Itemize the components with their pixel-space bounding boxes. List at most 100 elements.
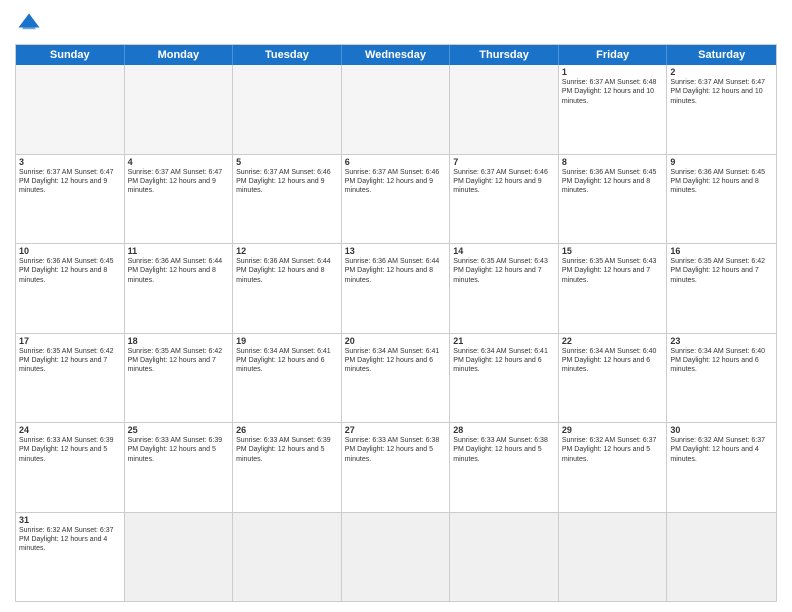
calendar-week-row: 10Sunrise: 6:36 AM Sunset: 6:45 PM Dayli… xyxy=(16,244,776,334)
day-number: 16 xyxy=(670,246,773,256)
day-info: Sunrise: 6:36 AM Sunset: 6:44 PM Dayligh… xyxy=(236,257,338,285)
calendar-header: SundayMondayTuesdayWednesdayThursdayFrid… xyxy=(16,45,776,65)
calendar-week-row: 31Sunrise: 6:32 AM Sunset: 6:37 PM Dayli… xyxy=(16,513,776,602)
day-info: Sunrise: 6:36 AM Sunset: 6:45 PM Dayligh… xyxy=(19,257,121,285)
calendar-cell xyxy=(667,513,776,602)
calendar-cell: 11Sunrise: 6:36 AM Sunset: 6:44 PM Dayli… xyxy=(125,244,234,333)
calendar-cell xyxy=(16,65,125,154)
day-info: Sunrise: 6:34 AM Sunset: 6:40 PM Dayligh… xyxy=(562,347,664,375)
day-number: 9 xyxy=(670,157,773,167)
calendar-cell: 1Sunrise: 6:37 AM Sunset: 6:48 PM Daylig… xyxy=(559,65,668,154)
calendar-cell xyxy=(233,65,342,154)
day-info: Sunrise: 6:34 AM Sunset: 6:41 PM Dayligh… xyxy=(453,347,555,375)
calendar-cell: 24Sunrise: 6:33 AM Sunset: 6:39 PM Dayli… xyxy=(16,423,125,512)
day-info: Sunrise: 6:37 AM Sunset: 6:46 PM Dayligh… xyxy=(236,168,338,196)
day-info: Sunrise: 6:37 AM Sunset: 6:47 PM Dayligh… xyxy=(128,168,230,196)
day-number: 20 xyxy=(345,336,447,346)
day-info: Sunrise: 6:34 AM Sunset: 6:41 PM Dayligh… xyxy=(345,347,447,375)
day-info: Sunrise: 6:33 AM Sunset: 6:38 PM Dayligh… xyxy=(345,436,447,464)
calendar-cell: 5Sunrise: 6:37 AM Sunset: 6:46 PM Daylig… xyxy=(233,155,342,244)
day-of-week-header: Wednesday xyxy=(342,45,451,65)
calendar-cell: 8Sunrise: 6:36 AM Sunset: 6:45 PM Daylig… xyxy=(559,155,668,244)
day-number: 5 xyxy=(236,157,338,167)
calendar-cell: 26Sunrise: 6:33 AM Sunset: 6:39 PM Dayli… xyxy=(233,423,342,512)
calendar-cell: 14Sunrise: 6:35 AM Sunset: 6:43 PM Dayli… xyxy=(450,244,559,333)
day-info: Sunrise: 6:37 AM Sunset: 6:46 PM Dayligh… xyxy=(453,168,555,196)
calendar-cell: 3Sunrise: 6:37 AM Sunset: 6:47 PM Daylig… xyxy=(16,155,125,244)
day-info: Sunrise: 6:33 AM Sunset: 6:39 PM Dayligh… xyxy=(236,436,338,464)
calendar-week-row: 3Sunrise: 6:37 AM Sunset: 6:47 PM Daylig… xyxy=(16,155,776,245)
day-number: 23 xyxy=(670,336,773,346)
calendar-cell xyxy=(125,65,234,154)
calendar-cell: 23Sunrise: 6:34 AM Sunset: 6:40 PM Dayli… xyxy=(667,334,776,423)
calendar-cell: 21Sunrise: 6:34 AM Sunset: 6:41 PM Dayli… xyxy=(450,334,559,423)
day-info: Sunrise: 6:35 AM Sunset: 6:43 PM Dayligh… xyxy=(453,257,555,285)
calendar-cell xyxy=(125,513,234,602)
day-number: 24 xyxy=(19,425,121,435)
day-number: 25 xyxy=(128,425,230,435)
day-number: 10 xyxy=(19,246,121,256)
day-of-week-header: Thursday xyxy=(450,45,559,65)
day-number: 31 xyxy=(19,515,121,525)
day-info: Sunrise: 6:34 AM Sunset: 6:40 PM Dayligh… xyxy=(670,347,773,375)
day-number: 28 xyxy=(453,425,555,435)
calendar: SundayMondayTuesdayWednesdayThursdayFrid… xyxy=(15,44,777,602)
calendar-cell: 27Sunrise: 6:33 AM Sunset: 6:38 PM Dayli… xyxy=(342,423,451,512)
calendar-cell: 18Sunrise: 6:35 AM Sunset: 6:42 PM Dayli… xyxy=(125,334,234,423)
day-number: 2 xyxy=(670,67,773,77)
day-number: 29 xyxy=(562,425,664,435)
day-info: Sunrise: 6:32 AM Sunset: 6:37 PM Dayligh… xyxy=(19,526,121,554)
day-info: Sunrise: 6:32 AM Sunset: 6:37 PM Dayligh… xyxy=(670,436,773,464)
day-of-week-header: Tuesday xyxy=(233,45,342,65)
day-number: 14 xyxy=(453,246,555,256)
day-info: Sunrise: 6:37 AM Sunset: 6:47 PM Dayligh… xyxy=(19,168,121,196)
day-number: 3 xyxy=(19,157,121,167)
calendar-cell: 28Sunrise: 6:33 AM Sunset: 6:38 PM Dayli… xyxy=(450,423,559,512)
day-number: 22 xyxy=(562,336,664,346)
calendar-week-row: 17Sunrise: 6:35 AM Sunset: 6:42 PM Dayli… xyxy=(16,334,776,424)
day-info: Sunrise: 6:36 AM Sunset: 6:44 PM Dayligh… xyxy=(128,257,230,285)
day-info: Sunrise: 6:35 AM Sunset: 6:42 PM Dayligh… xyxy=(670,257,773,285)
day-number: 13 xyxy=(345,246,447,256)
calendar-cell: 31Sunrise: 6:32 AM Sunset: 6:37 PM Dayli… xyxy=(16,513,125,602)
day-number: 19 xyxy=(236,336,338,346)
calendar-cell: 6Sunrise: 6:37 AM Sunset: 6:46 PM Daylig… xyxy=(342,155,451,244)
day-number: 6 xyxy=(345,157,447,167)
calendar-cell: 30Sunrise: 6:32 AM Sunset: 6:37 PM Dayli… xyxy=(667,423,776,512)
calendar-week-row: 24Sunrise: 6:33 AM Sunset: 6:39 PM Dayli… xyxy=(16,423,776,513)
day-info: Sunrise: 6:36 AM Sunset: 6:44 PM Dayligh… xyxy=(345,257,447,285)
day-info: Sunrise: 6:32 AM Sunset: 6:37 PM Dayligh… xyxy=(562,436,664,464)
day-info: Sunrise: 6:37 AM Sunset: 6:46 PM Dayligh… xyxy=(345,168,447,196)
calendar-cell: 20Sunrise: 6:34 AM Sunset: 6:41 PM Dayli… xyxy=(342,334,451,423)
calendar-cell xyxy=(450,65,559,154)
day-number: 30 xyxy=(670,425,773,435)
day-number: 11 xyxy=(128,246,230,256)
day-number: 15 xyxy=(562,246,664,256)
day-number: 4 xyxy=(128,157,230,167)
day-info: Sunrise: 6:35 AM Sunset: 6:42 PM Dayligh… xyxy=(19,347,121,375)
calendar-cell xyxy=(559,513,668,602)
day-info: Sunrise: 6:33 AM Sunset: 6:39 PM Dayligh… xyxy=(128,436,230,464)
day-number: 7 xyxy=(453,157,555,167)
day-number: 1 xyxy=(562,67,664,77)
day-number: 21 xyxy=(453,336,555,346)
calendar-cell: 4Sunrise: 6:37 AM Sunset: 6:47 PM Daylig… xyxy=(125,155,234,244)
day-info: Sunrise: 6:33 AM Sunset: 6:39 PM Dayligh… xyxy=(19,436,121,464)
calendar-cell: 29Sunrise: 6:32 AM Sunset: 6:37 PM Dayli… xyxy=(559,423,668,512)
calendar-cell xyxy=(450,513,559,602)
day-of-week-header: Friday xyxy=(559,45,668,65)
day-number: 18 xyxy=(128,336,230,346)
day-number: 8 xyxy=(562,157,664,167)
calendar-cell: 10Sunrise: 6:36 AM Sunset: 6:45 PM Dayli… xyxy=(16,244,125,333)
calendar-cell: 25Sunrise: 6:33 AM Sunset: 6:39 PM Dayli… xyxy=(125,423,234,512)
logo-icon xyxy=(15,10,43,38)
calendar-week-row: 1Sunrise: 6:37 AM Sunset: 6:48 PM Daylig… xyxy=(16,65,776,155)
calendar-cell: 19Sunrise: 6:34 AM Sunset: 6:41 PM Dayli… xyxy=(233,334,342,423)
calendar-cell: 13Sunrise: 6:36 AM Sunset: 6:44 PM Dayli… xyxy=(342,244,451,333)
day-info: Sunrise: 6:37 AM Sunset: 6:48 PM Dayligh… xyxy=(562,78,664,106)
day-info: Sunrise: 6:37 AM Sunset: 6:47 PM Dayligh… xyxy=(670,78,773,106)
day-of-week-header: Monday xyxy=(125,45,234,65)
calendar-cell xyxy=(342,513,451,602)
calendar-cell: 16Sunrise: 6:35 AM Sunset: 6:42 PM Dayli… xyxy=(667,244,776,333)
calendar-cell: 9Sunrise: 6:36 AM Sunset: 6:45 PM Daylig… xyxy=(667,155,776,244)
